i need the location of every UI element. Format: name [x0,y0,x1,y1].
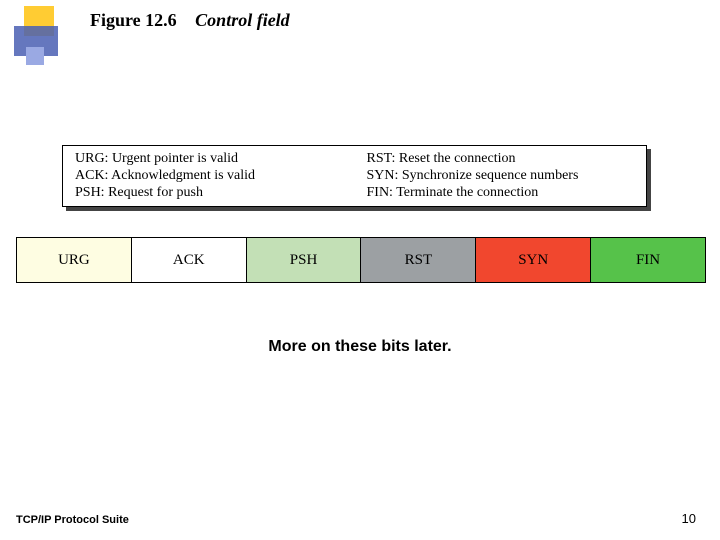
title-rule [20,41,706,43]
bit-rst: RST [361,237,476,283]
bit-psh: PSH [247,237,362,283]
figure-subtitle: Control field [195,10,290,30]
footer-source: TCP/IP Protocol Suite [16,514,129,526]
definition-line: RST: Reset the connection [367,151,637,167]
page-number: 10 [682,511,696,526]
bit-ack: ACK [132,237,247,283]
slide-caption: More on these bits later. [0,338,720,356]
bit-fin: FIN [591,237,706,283]
definitions-right-column: RST: Reset the connection SYN: Synchroni… [355,146,647,206]
bit-urg: URG [16,237,132,283]
figure-title: Figure 12.6 Control field [90,10,290,31]
definition-line: ACK: Acknowledgment is valid [75,168,345,184]
definition-line: SYN: Synchronize sequence numbers [367,168,637,184]
definitions-box: URG: Urgent pointer is valid ACK: Acknow… [62,145,652,207]
bit-syn: SYN [476,237,591,283]
slide-logo [14,0,50,80]
figure-number: Figure 12.6 [90,10,177,30]
definition-line: PSH: Request for push [75,185,345,201]
definition-line: FIN: Terminate the connection [367,185,637,201]
control-bits-row: URG ACK PSH RST SYN FIN [16,237,706,283]
definition-line: URG: Urgent pointer is valid [75,151,345,167]
definitions-left-column: URG: Urgent pointer is valid ACK: Acknow… [63,146,355,206]
